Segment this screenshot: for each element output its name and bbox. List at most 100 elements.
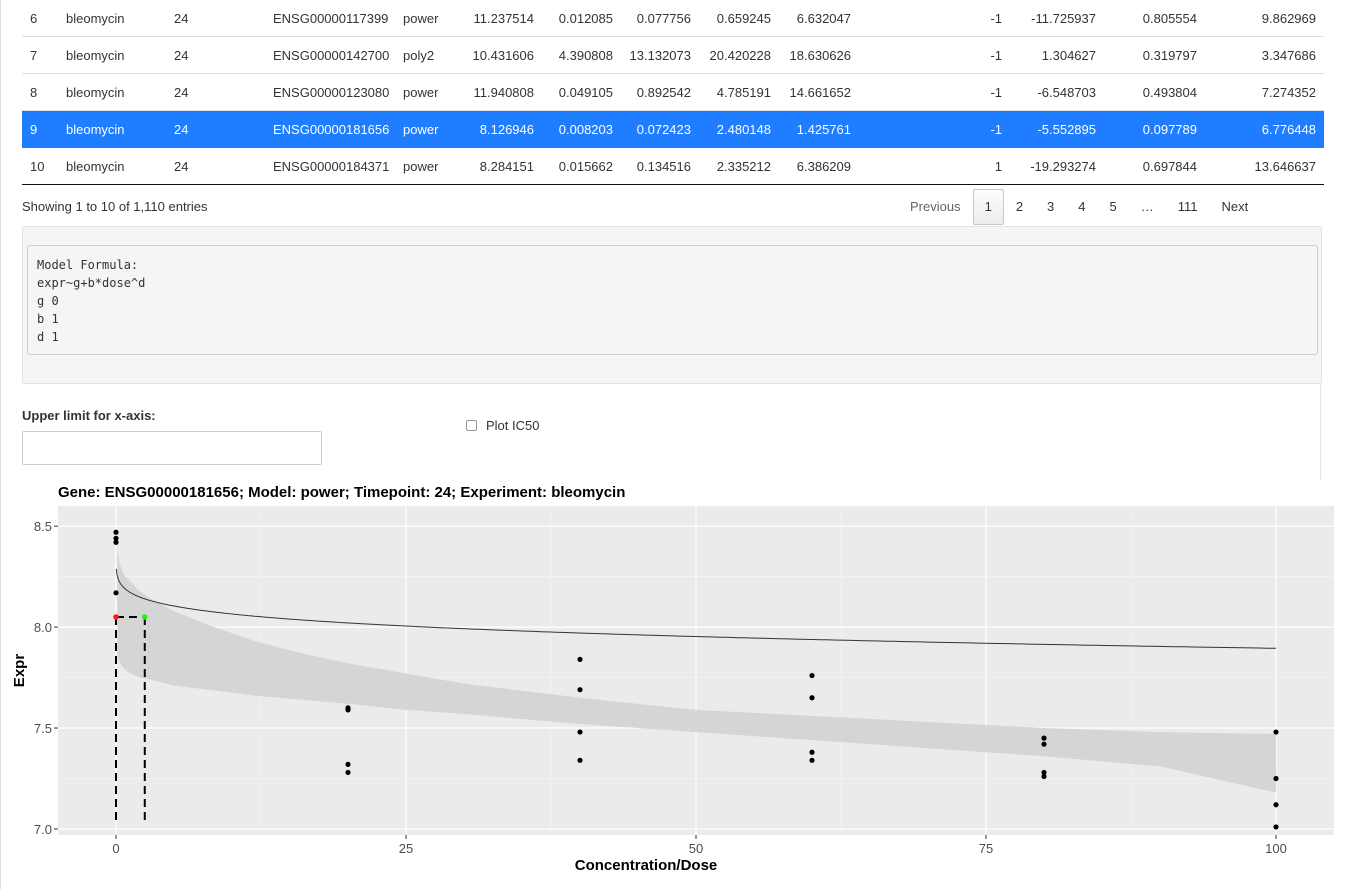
value-cell: 6.776448	[1205, 110, 1324, 148]
plot-ic50-checkbox[interactable]	[466, 420, 477, 431]
data-point	[1273, 729, 1279, 735]
value-cell: 11.237514	[457, 0, 542, 37]
formula-line: Model Formula:	[37, 258, 139, 272]
pagination-page-1[interactable]: 1	[972, 189, 1004, 225]
y-tick-label: 8.0	[34, 620, 52, 635]
data-point	[1041, 735, 1047, 741]
timepoint-cell: 24	[166, 147, 265, 185]
gene-cell: ENSG00000123080	[265, 73, 395, 111]
row-id-cell: 9	[22, 110, 58, 148]
value-cell: -11.725937	[1010, 0, 1104, 37]
value-cell: 11.940808	[457, 73, 542, 111]
plot-ic50-label: Plot IC50	[486, 418, 540, 433]
value-cell: 8.284151	[457, 147, 542, 185]
row-id-cell: 8	[22, 73, 58, 111]
value-cell: 0.892542	[621, 73, 699, 111]
value-cell: 0.072423	[621, 110, 699, 148]
experiment-cell: bleomycin	[58, 0, 166, 37]
table-row[interactable]: 8 bleomycin 24 ENSG00000123080 power 11.94080…	[22, 73, 1324, 111]
data-point	[113, 590, 119, 596]
pagination-previous[interactable]: Previous	[898, 189, 973, 225]
model-formula-output: Model Formula: expr~g+b*dose^d g 0 b 1 d…	[27, 245, 1318, 355]
formula-line: g 0	[37, 294, 59, 308]
data-point	[345, 761, 351, 767]
data-point	[345, 707, 351, 713]
x-tick-label: 25	[399, 841, 413, 856]
value-cell: 0.659245	[699, 0, 779, 37]
y-tick-label: 7.0	[34, 822, 52, 837]
data-point	[577, 729, 583, 735]
data-point	[1273, 775, 1279, 782]
x-axis-title: Concentration/Dose	[575, 857, 718, 874]
data-point	[809, 695, 815, 701]
value-cell: 2.335212	[699, 147, 779, 185]
dose-response-chart: Gene: ENSG00000181656; Model: power; Tim…	[11, 484, 1334, 874]
row-id-cell: 10	[22, 147, 58, 185]
x-tick-label: 50	[689, 841, 703, 856]
pagination: Previous 1 2 3 4 5 … 111 Next	[898, 189, 1260, 225]
formula-line: b 1	[37, 312, 59, 326]
model-cell: power	[395, 147, 457, 185]
direction-cell: -1	[954, 73, 1010, 111]
row-id-cell: 7	[22, 36, 58, 74]
table-row[interactable]: 10 bleomycin 24 ENSG00000184371 power 8.28415…	[22, 147, 1324, 185]
value-cell: 14.661652	[779, 73, 859, 111]
pagination-next[interactable]: Next	[1210, 189, 1261, 225]
value-cell: 4.390808	[542, 36, 621, 74]
pagination-page-111[interactable]: 111	[1166, 189, 1210, 225]
value-cell	[859, 36, 954, 74]
pagination-page-5[interactable]: 5	[1098, 189, 1129, 225]
value-cell: 6.386209	[779, 147, 859, 185]
model-cell: power	[395, 110, 457, 148]
value-cell: 8.126946	[457, 110, 542, 148]
data-point	[577, 687, 583, 693]
value-cell: 4.785191	[699, 73, 779, 111]
formula-line: d 1	[37, 330, 59, 344]
row-id-cell: 6	[22, 0, 58, 37]
value-cell: 0.077756	[621, 0, 699, 37]
table-body: 6 bleomycin 24 ENSG00000117399 power 11.23751…	[22, 0, 1324, 185]
value-cell: 0.319797	[1104, 36, 1205, 74]
data-point	[113, 539, 119, 545]
value-cell: 1.304627	[1010, 36, 1104, 74]
experiment-cell: bleomycin	[58, 147, 166, 185]
model-cell: poly2	[395, 36, 457, 74]
model-cell: power	[395, 0, 457, 37]
value-cell: 13.132073	[621, 36, 699, 74]
data-point	[345, 769, 351, 776]
y-axis-title: Expr	[11, 654, 28, 688]
xaxis-limit-input[interactable]	[22, 431, 322, 465]
y-tick-label: 8.5	[34, 519, 52, 534]
value-cell	[859, 73, 954, 111]
experiment-cell: bleomycin	[58, 110, 166, 148]
value-cell: 7.274352	[1205, 73, 1324, 111]
pagination-page-4[interactable]: 4	[1066, 189, 1097, 225]
pagination-page-3[interactable]: 3	[1035, 189, 1066, 225]
timepoint-cell: 24	[166, 73, 265, 111]
model-cell: power	[395, 73, 457, 111]
gene-cell: ENSG00000117399	[265, 0, 395, 37]
right-border	[1320, 384, 1321, 480]
results-table: 6 bleomycin 24 ENSG00000117399 power 11.23751…	[22, 0, 1324, 185]
gene-cell: ENSG00000142700	[265, 36, 395, 74]
value-cell	[859, 110, 954, 148]
data-point	[1273, 802, 1279, 808]
table-row[interactable]: 7 bleomycin 24 ENSG00000142700 poly2 10.43160…	[22, 36, 1324, 74]
data-point	[809, 757, 815, 763]
value-cell: 20.420228	[699, 36, 779, 74]
value-cell: 0.015662	[542, 147, 621, 185]
x-tick-label: 75	[979, 841, 993, 856]
data-point	[809, 672, 815, 679]
gene-cell: ENSG00000181656	[265, 110, 395, 148]
data-point	[809, 749, 815, 755]
data-point	[1041, 773, 1047, 780]
ic50-marker	[141, 614, 148, 620]
table-row[interactable]: 6 bleomycin 24 ENSG00000117399 power 11.23751…	[22, 0, 1324, 37]
table-row[interactable]: 9 bleomycin 24 ENSG00000181656 power 8.126946…	[22, 110, 1324, 148]
value-cell	[859, 147, 954, 185]
value-cell: 13.646637	[1205, 147, 1324, 185]
value-cell: 0.493804	[1104, 73, 1205, 111]
value-cell: 0.049105	[542, 73, 621, 111]
pagination-page-2[interactable]: 2	[1004, 189, 1035, 225]
direction-cell: -1	[954, 110, 1010, 148]
